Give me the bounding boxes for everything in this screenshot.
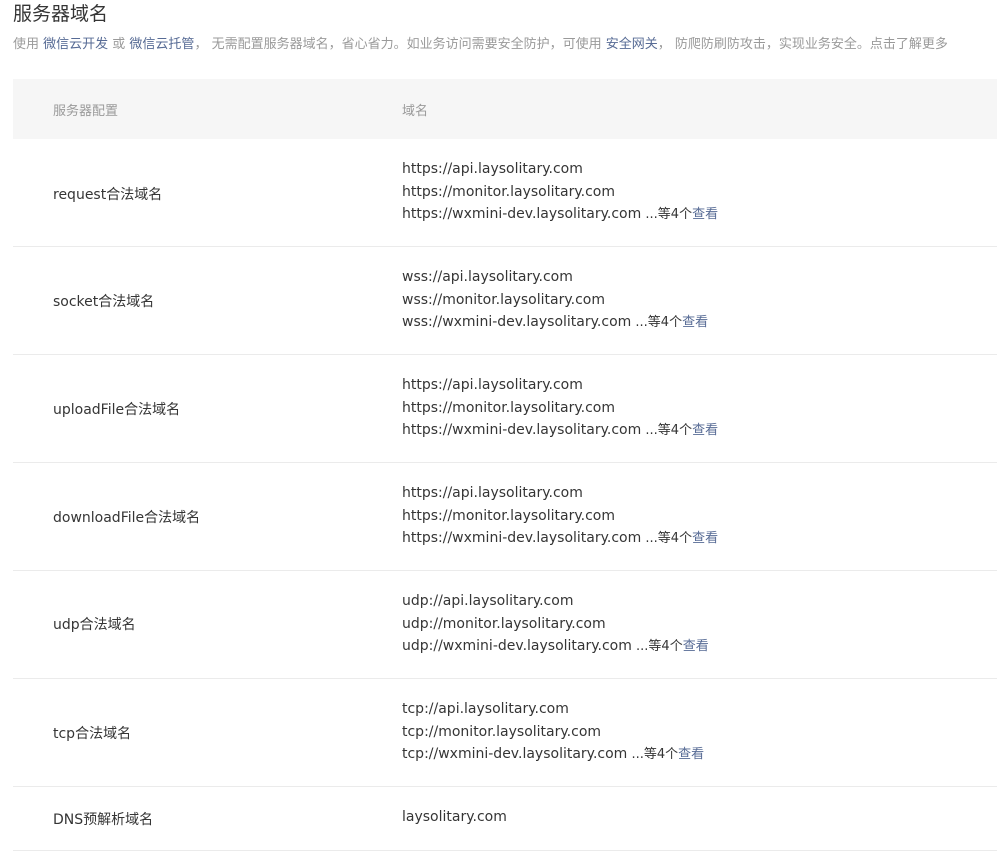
domain-item: tcp://wxmini-dev.laysolitary.com ...等4个查… (402, 743, 704, 766)
domain-text: https://wxmini-dev.laysolitary.com (402, 422, 642, 438)
domain-item: https://wxmini-dev.laysolitary.com ...等4… (402, 203, 718, 226)
table-row: udp合法域名 udp://api.laysolitary.com udp://mo… (13, 571, 997, 679)
view-all-link[interactable]: 查看 (683, 639, 709, 654)
page-description: 使用 微信云开发 或 微信云托管， 无需配置服务器域名，省心省力。如业务访问需要… (13, 35, 997, 55)
table-row: socket合法域名 wss://api.laysolitary.com wss:/… (13, 247, 997, 355)
domain-item: https://wxmini-dev.laysolitary.com ...等4… (402, 419, 718, 442)
domain-text: udp://monitor.laysolitary.com (402, 615, 606, 632)
more-count: ...等4个 (641, 531, 693, 546)
row-config-label: DNS预解析域名 (53, 812, 154, 828)
view-all-link[interactable]: 查看 (692, 531, 718, 546)
domain-item: https://monitor.laysolitary.com (402, 505, 718, 528)
domain-item: https://api.laysolitary.com (402, 158, 718, 181)
table-row: request合法域名 https://api.laysolitary.com ht… (13, 139, 997, 247)
domain-item: udp://monitor.laysolitary.com (402, 613, 709, 636)
domain-item: https://api.laysolitary.com (402, 482, 718, 505)
desc-prefix: 使用 (13, 37, 44, 52)
domain-text: https://api.laysolitary.com (402, 377, 583, 393)
row-domain-list: https://api.laysolitary.com https://monit… (402, 158, 718, 226)
domain-text: https://monitor.laysolitary.com (402, 507, 615, 524)
domain-text: wss://monitor.laysolitary.com (402, 291, 605, 308)
domain-item: tcp://monitor.laysolitary.com (402, 721, 704, 744)
domain-item: wss://api.laysolitary.com (402, 266, 708, 289)
row-config-label: socket合法域名 (53, 294, 155, 310)
row-config-label: udp合法域名 (53, 617, 136, 633)
domain-text: https://wxmini-dev.laysolitary.com (402, 206, 642, 222)
row-domain-list: https://api.laysolitary.com https://monit… (402, 482, 718, 550)
view-all-link[interactable]: 查看 (692, 207, 718, 222)
domain-item: laysolitary.com (402, 806, 507, 829)
domain-text: udp://api.laysolitary.com (402, 593, 574, 609)
domain-text: laysolitary.com (402, 809, 507, 825)
row-domain-list: tcp://api.laysolitary.com tcp://monitor.l… (402, 698, 704, 766)
domain-item: udp://api.laysolitary.com (402, 590, 709, 613)
more-count: ...等4个 (641, 207, 693, 222)
view-all-link[interactable]: 查看 (692, 423, 718, 438)
table-row: downloadFile合法域名 https://api.laysolitary.… (13, 463, 997, 571)
domain-text: wss://wxmini-dev.laysolitary.com (402, 314, 632, 330)
table-row: tcp合法域名 tcp://api.laysolitary.com tcp://mo… (13, 679, 997, 787)
header-domain: 域名 (402, 104, 429, 119)
more-count: ...等4个 (627, 747, 679, 762)
row-domain-list: udp://api.laysolitary.com udp://monitor.l… (402, 590, 709, 658)
server-domain-table: 服务器配置 域名 request合法域名 https://api.laysolit… (13, 79, 997, 851)
domain-text: https://monitor.laysolitary.com (402, 399, 615, 416)
table-body: request合法域名 https://api.laysolitary.com ht… (13, 139, 997, 851)
row-config-label: uploadFile合法域名 (53, 402, 181, 418)
table-row: DNS预解析域名 laysolitary.com (13, 787, 997, 851)
domain-text: udp://wxmini-dev.laysolitary.com (402, 638, 632, 654)
domain-item: tcp://api.laysolitary.com (402, 698, 704, 721)
domain-item: https://monitor.laysolitary.com (402, 397, 718, 420)
desc-or: 或 (108, 37, 130, 52)
more-count: ...等4个 (641, 423, 693, 438)
row-domain-list: https://api.laysolitary.com https://monit… (402, 374, 718, 442)
table-row: uploadFile合法域名 https://api.laysolitary.co… (13, 355, 997, 463)
more-count: ...等4个 (631, 639, 683, 654)
row-domain-list: wss://api.laysolitary.com wss://monitor.l… (402, 266, 708, 334)
row-domain-list: laysolitary.com (402, 806, 507, 829)
row-config-label: request合法域名 (53, 187, 163, 203)
row-config-label: downloadFile合法域名 (53, 510, 201, 526)
domain-item: wss://wxmini-dev.laysolitary.com ...等4个查… (402, 311, 708, 334)
desc-middle: ， 无需配置服务器域名，省心省力。如业务访问需要安全防护，可使用 (194, 37, 606, 52)
domain-text: https://wxmini-dev.laysolitary.com (402, 530, 642, 546)
wechat-cloud-hosting-link[interactable]: 微信云托管 (129, 37, 194, 52)
domain-item: udp://wxmini-dev.laysolitary.com ...等4个查… (402, 635, 709, 658)
row-config-label: tcp合法域名 (53, 726, 132, 742)
domain-text: tcp://monitor.laysolitary.com (402, 723, 602, 740)
view-all-link[interactable]: 查看 (678, 747, 704, 762)
domain-item: https://wxmini-dev.laysolitary.com ...等4… (402, 527, 718, 550)
wechat-cloud-dev-link[interactable]: 微信云开发 (43, 37, 108, 52)
domain-text: https://monitor.laysolitary.com (402, 183, 615, 200)
view-all-link[interactable]: 查看 (682, 315, 708, 330)
header-server-config: 服务器配置 (53, 104, 119, 119)
domain-item: https://monitor.laysolitary.com (402, 181, 718, 204)
domain-text: tcp://wxmini-dev.laysolitary.com (402, 746, 628, 762)
domain-text: wss://api.laysolitary.com (402, 269, 573, 285)
security-gateway-link[interactable]: 安全网关 (606, 37, 658, 52)
domain-text: https://api.laysolitary.com (402, 485, 583, 501)
page-title: 服务器域名 (13, 3, 109, 25)
table-header: 服务器配置 域名 (13, 79, 997, 139)
domain-item: wss://monitor.laysolitary.com (402, 289, 708, 312)
desc-suffix: ， 防爬防刷防攻击，实现业务安全。点击了解更多 (657, 37, 948, 52)
domain-text: tcp://api.laysolitary.com (402, 701, 569, 717)
domain-item: https://api.laysolitary.com (402, 374, 718, 397)
domain-text: https://api.laysolitary.com (402, 161, 583, 177)
more-count: ...等4个 (631, 315, 683, 330)
